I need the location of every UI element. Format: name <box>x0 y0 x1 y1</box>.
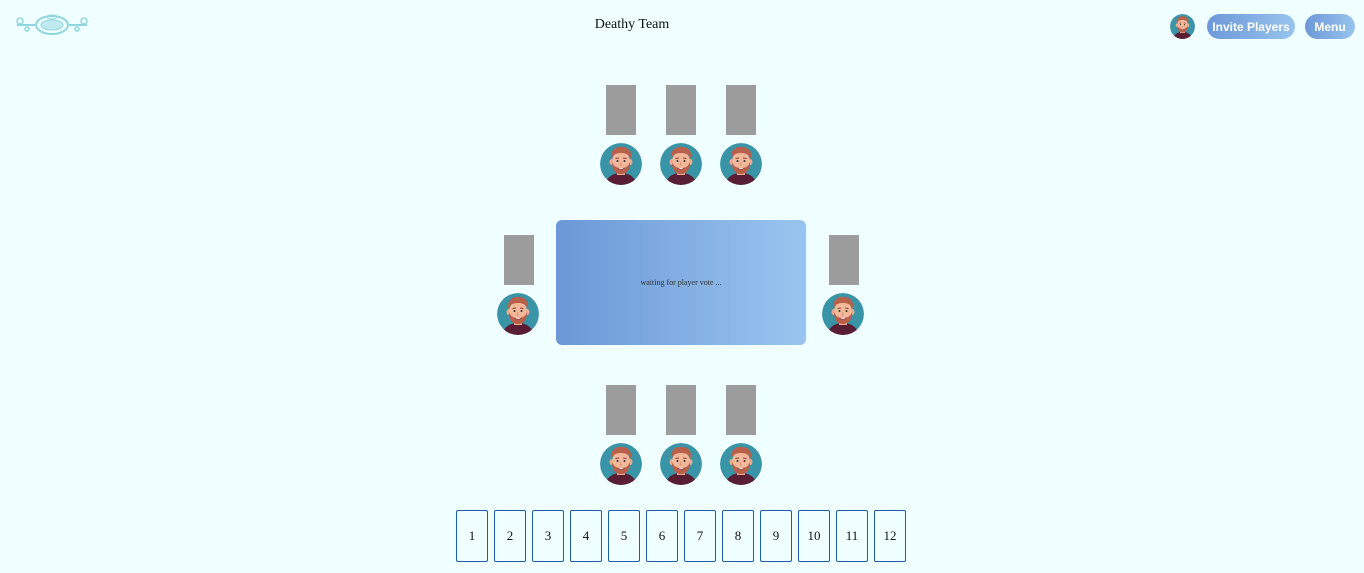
vote-card-11[interactable]: 11 <box>836 510 868 562</box>
player-avatar <box>660 143 702 185</box>
invite-players-button[interactable]: Invite Players <box>1207 14 1295 39</box>
vote-card-7[interactable]: 7 <box>684 510 716 562</box>
vote-card-8[interactable]: 8 <box>722 510 754 562</box>
menu-button[interactable]: Menu <box>1305 14 1355 39</box>
player-card-slot <box>606 85 636 135</box>
player-card-slot <box>606 385 636 435</box>
vote-card-9[interactable]: 9 <box>760 510 792 562</box>
poker-table: waiting for player vote ... <box>556 220 806 345</box>
player-card-slot <box>829 235 859 285</box>
player-avatar <box>600 443 642 485</box>
player-avatar <box>822 293 864 335</box>
player-avatar <box>720 143 762 185</box>
player-avatar <box>720 443 762 485</box>
player-avatar <box>660 443 702 485</box>
player-avatar <box>600 143 642 185</box>
vote-card-1[interactable]: 1 <box>456 510 488 562</box>
vote-card-10[interactable]: 10 <box>798 510 830 562</box>
player-card-slot <box>666 85 696 135</box>
player-card-slot <box>726 85 756 135</box>
vote-card-5[interactable]: 5 <box>608 510 640 562</box>
player-card-slot <box>666 385 696 435</box>
vote-card-3[interactable]: 3 <box>532 510 564 562</box>
vote-card-2[interactable]: 2 <box>494 510 526 562</box>
player-card-slot <box>726 385 756 435</box>
vote-card-6[interactable]: 6 <box>646 510 678 562</box>
player-card-slot <box>504 235 534 285</box>
vote-card-4[interactable]: 4 <box>570 510 602 562</box>
player-avatar <box>497 293 539 335</box>
table-status: waiting for player vote ... <box>640 278 722 287</box>
poker-room: Deathy Team Invite Players Menu waiting … <box>0 0 1364 573</box>
vote-card-row: 1 2 3 4 5 6 7 8 9 10 11 12 <box>456 510 906 562</box>
user-avatar[interactable] <box>1170 14 1195 39</box>
vote-card-12[interactable]: 12 <box>874 510 906 562</box>
team-name: Deathy Team <box>594 17 670 32</box>
